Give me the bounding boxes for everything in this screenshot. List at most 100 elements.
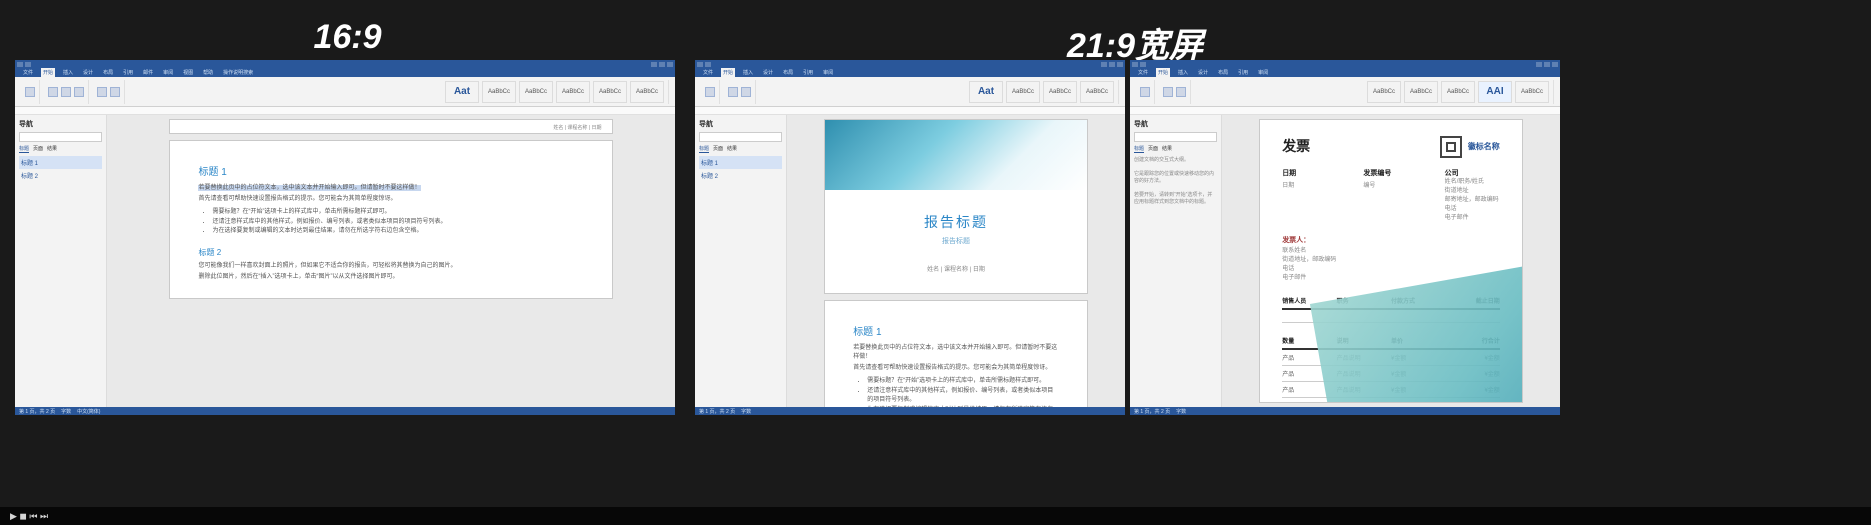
style-quote[interactable]: AaBbCc	[593, 81, 627, 103]
style-h2[interactable]: AaBbCc	[556, 81, 590, 103]
nav-item-h1[interactable]: 标题 1	[699, 156, 782, 169]
nav-item-h2[interactable]: 标题 2	[19, 169, 102, 182]
style-title[interactable]: AAI	[1478, 81, 1512, 103]
tab-layout[interactable]: 布局	[781, 68, 795, 77]
bill-to-line[interactable]: 联系姓名	[1282, 247, 1500, 256]
status-lang[interactable]: 中文(简体)	[77, 408, 100, 415]
tab-design[interactable]: 设计	[81, 68, 95, 77]
meta-row[interactable]	[1282, 310, 1500, 323]
nav-tab-pages[interactable]: 页面	[33, 145, 43, 153]
company-line[interactable]: 电话	[1445, 205, 1500, 214]
tab-home[interactable]: 开始	[41, 68, 55, 77]
tab-file[interactable]: 文件	[701, 68, 715, 77]
style-h2[interactable]: AaBbCc	[1441, 81, 1475, 103]
document-area[interactable]: 发票 徽标名称 日期 日期 发票编号 编号	[1222, 115, 1560, 407]
style-normal[interactable]: AaBbCc	[1367, 81, 1401, 103]
tab-design[interactable]: 设计	[1196, 68, 1210, 77]
status-words[interactable]: 字数	[61, 408, 71, 415]
status-words[interactable]: 字数	[1176, 408, 1186, 415]
style-title[interactable]: Aat	[445, 81, 479, 103]
table-row[interactable]: 产品产品说明¥金额¥金额	[1282, 350, 1500, 366]
nav-tab-headings[interactable]: 标题	[19, 145, 29, 153]
document-area[interactable]: 姓名 | 课程名称 | 日期 标题 1 若要替换此页中的占位符文本，选中该文本并…	[107, 115, 675, 407]
tab-view[interactable]: 视图	[181, 68, 195, 77]
nav-tab-results[interactable]: 结果	[727, 145, 737, 153]
tab-mailings[interactable]: 邮件	[141, 68, 155, 77]
style-title[interactable]: Aat	[969, 81, 1003, 103]
paste-icon[interactable]	[1140, 87, 1150, 97]
tab-help[interactable]: 帮助	[201, 68, 215, 77]
minimize-button[interactable]	[651, 62, 657, 67]
qa-save-icon[interactable]	[17, 62, 23, 67]
heading-1[interactable]: 标题 1	[198, 163, 583, 178]
style-quote[interactable]: AaBbCc	[1515, 81, 1549, 103]
status-pages[interactable]: 第 1 页，共 2 页	[699, 408, 735, 415]
tab-review[interactable]: 审阅	[821, 68, 835, 77]
ruler[interactable]	[695, 107, 1125, 115]
status-pages[interactable]: 第 1 页，共 2 页	[19, 408, 55, 415]
align-center-icon[interactable]	[110, 87, 120, 97]
qa-undo-icon[interactable]	[25, 62, 31, 67]
tab-layout[interactable]: 布局	[101, 68, 115, 77]
qa-undo-icon[interactable]	[705, 62, 711, 67]
tab-references[interactable]: 引用	[801, 68, 815, 77]
cover-title[interactable]: 报告标题	[825, 212, 1087, 232]
company-line[interactable]: 姓名/职务/姓氏	[1445, 178, 1500, 187]
table-row[interactable]: 产品产品说明¥金额¥金额	[1282, 382, 1500, 398]
qa-undo-icon[interactable]	[1140, 62, 1146, 67]
minimize-button[interactable]	[1536, 62, 1542, 67]
tab-review[interactable]: 审阅	[161, 68, 175, 77]
body-text[interactable]: 首先请查看可帮助快速设置报告格式的提示。您可能会为其简单程度惊讶。	[853, 364, 1059, 373]
paste-icon[interactable]	[25, 87, 35, 97]
underline-icon[interactable]	[74, 87, 84, 97]
tab-insert[interactable]: 插入	[61, 68, 75, 77]
minimize-button[interactable]	[1101, 62, 1107, 67]
list-item[interactable]: 需要标题？在“开始”选项卡上的样式库中，单击所需标题样式即可。	[867, 377, 1059, 387]
list-item[interactable]: 还请注意样式库中的其他样式，例如报价、编号列表，或者类似本项目的项目符号列表。	[867, 387, 1059, 406]
nav-tab-results[interactable]: 结果	[1162, 145, 1172, 153]
style-h1[interactable]: AaBbCc	[519, 81, 553, 103]
nav-tab-headings[interactable]: 标题	[699, 145, 709, 153]
status-pages[interactable]: 第 1 页，共 2 页	[1134, 408, 1170, 415]
list-item[interactable]: 为在选择要复制或编辑的文本时达到最佳结果，请勿在所选字符右边包含空格。	[867, 406, 1059, 407]
tab-file[interactable]: 文件	[1136, 68, 1150, 77]
body-text[interactable]: 删除此位图片，然后在“插入”选项卡上，单击“图片”以从文件选择图片即可。	[198, 273, 583, 282]
italic-icon[interactable]	[741, 87, 751, 97]
tab-home[interactable]: 开始	[1156, 68, 1170, 77]
align-left-icon[interactable]	[97, 87, 107, 97]
table-row[interactable]: 产品产品说明¥金额¥金额	[1282, 366, 1500, 382]
italic-icon[interactable]	[1176, 87, 1186, 97]
document-area[interactable]: 报告标题 报告标题 姓名 | 课程名称 | 日期 标题 1 若要替换此页中的占位…	[787, 115, 1125, 407]
tab-tellme[interactable]: 操作说明搜索	[221, 68, 255, 77]
qa-save-icon[interactable]	[697, 62, 703, 67]
brand-name[interactable]: 徽标名称	[1468, 143, 1500, 152]
cover-image[interactable]	[825, 120, 1087, 190]
list-item[interactable]: 需要标题？在“开始”选项卡上的样式库中，单击所需标题样式即可。	[212, 208, 583, 218]
style-normal[interactable]: AaBbCc	[482, 81, 516, 103]
tab-insert[interactable]: 插入	[741, 68, 755, 77]
style-em[interactable]: AaBbCc	[630, 81, 664, 103]
tab-insert[interactable]: 插入	[1176, 68, 1190, 77]
nav-item-h1[interactable]: 标题 1	[19, 156, 102, 169]
ruler[interactable]	[1130, 107, 1560, 115]
close-button[interactable]	[1117, 62, 1123, 67]
tab-layout[interactable]: 布局	[1216, 68, 1230, 77]
bill-to-line[interactable]: 街道地址，邮政编码	[1282, 256, 1500, 265]
style-normal[interactable]: AaBbCc	[1006, 81, 1040, 103]
nav-tab-pages[interactable]: 页面	[713, 145, 723, 153]
bill-to-line[interactable]: 电子邮件	[1282, 274, 1500, 283]
tab-home[interactable]: 开始	[721, 68, 735, 77]
nav-tab-results[interactable]: 结果	[47, 145, 57, 153]
body-text[interactable]: 若要替换此页中的占位符文本，选中该文本并开始输入即可。但请暂时不要这样做！	[853, 344, 1059, 362]
list-item[interactable]: 还请注意样式库中的其他样式，例如报价、编号列表，或者类似本项目的项目符号列表。	[212, 218, 583, 228]
maximize-button[interactable]	[1544, 62, 1550, 67]
list-item[interactable]: 为在选择要复制或编辑的文本时达到最佳结果，请勿在所选字符右边包含空格。	[212, 227, 583, 237]
qa-save-icon[interactable]	[1132, 62, 1138, 67]
close-button[interactable]	[667, 62, 673, 67]
tab-review[interactable]: 审阅	[1256, 68, 1270, 77]
close-button[interactable]	[1552, 62, 1558, 67]
ruler[interactable]	[15, 107, 675, 115]
style-h1[interactable]: AaBbCc	[1404, 81, 1438, 103]
nav-item-h2[interactable]: 标题 2	[699, 169, 782, 182]
bill-to-line[interactable]: 电话	[1282, 265, 1500, 274]
